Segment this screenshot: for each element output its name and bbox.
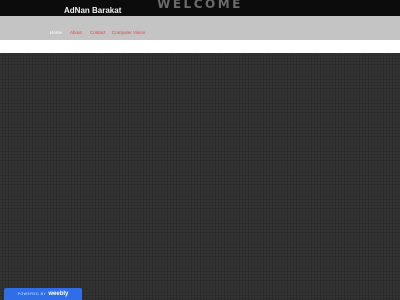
site-title[interactable]: AdNan Barakat <box>64 6 121 16</box>
nav-item-home[interactable]: Home <box>50 16 62 40</box>
powered-by-weebly-badge[interactable]: POWERED BY weebly <box>4 288 82 300</box>
main-content <box>0 53 400 300</box>
page: WELCOME AdNan Barakat Home About Contact… <box>0 0 400 300</box>
nav-item-about[interactable]: About <box>70 16 82 40</box>
welcome-banner: WELCOME <box>157 0 243 11</box>
weebly-logo: weebly <box>48 291 69 297</box>
banner-strip <box>0 40 400 53</box>
powered-by-label: POWERED BY <box>17 292 47 296</box>
nav-item-contact[interactable]: Contact <box>90 16 106 40</box>
nav-item-computer-vision[interactable]: Computer Vision <box>112 16 145 40</box>
